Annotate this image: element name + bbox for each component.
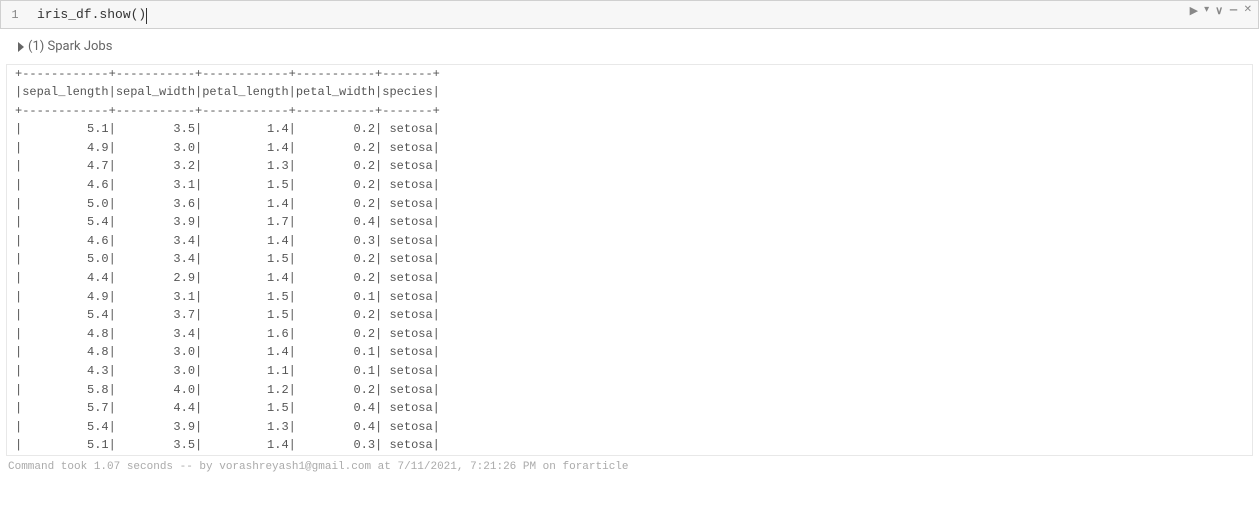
code-input[interactable]: iris_df.show(): [29, 1, 1258, 28]
resize-handle-icon[interactable]: [1238, 441, 1250, 453]
run-icon[interactable]: ▶: [1190, 5, 1198, 16]
close-icon[interactable]: ✕: [1244, 5, 1252, 16]
expand-icon[interactable]: ∨: [1215, 5, 1223, 16]
line-number: 1: [1, 2, 29, 28]
output-area[interactable]: +------------+-----------+------------+-…: [6, 64, 1253, 456]
cell-controls: ▶ ▾ ∨ — ✕: [1190, 5, 1252, 16]
run-dropdown-icon[interactable]: ▾: [1204, 5, 1209, 16]
code-input-row: 1 iris_df.show() ▶ ▾ ∨ — ✕: [0, 0, 1259, 29]
spark-jobs-row: (1) Spark Jobs: [0, 29, 1259, 64]
notebook-cell: 1 iris_df.show() ▶ ▾ ∨ — ✕ (1) Spark Job…: [0, 0, 1259, 476]
status-bar: Command took 1.07 seconds -- by vorashre…: [0, 458, 1259, 476]
spark-jobs-toggle[interactable]: (1) Spark Jobs: [18, 39, 112, 54]
minimize-icon[interactable]: —: [1229, 5, 1237, 16]
chevron-right-icon: [18, 42, 24, 52]
spark-jobs-label: (1) Spark Jobs: [28, 39, 112, 54]
